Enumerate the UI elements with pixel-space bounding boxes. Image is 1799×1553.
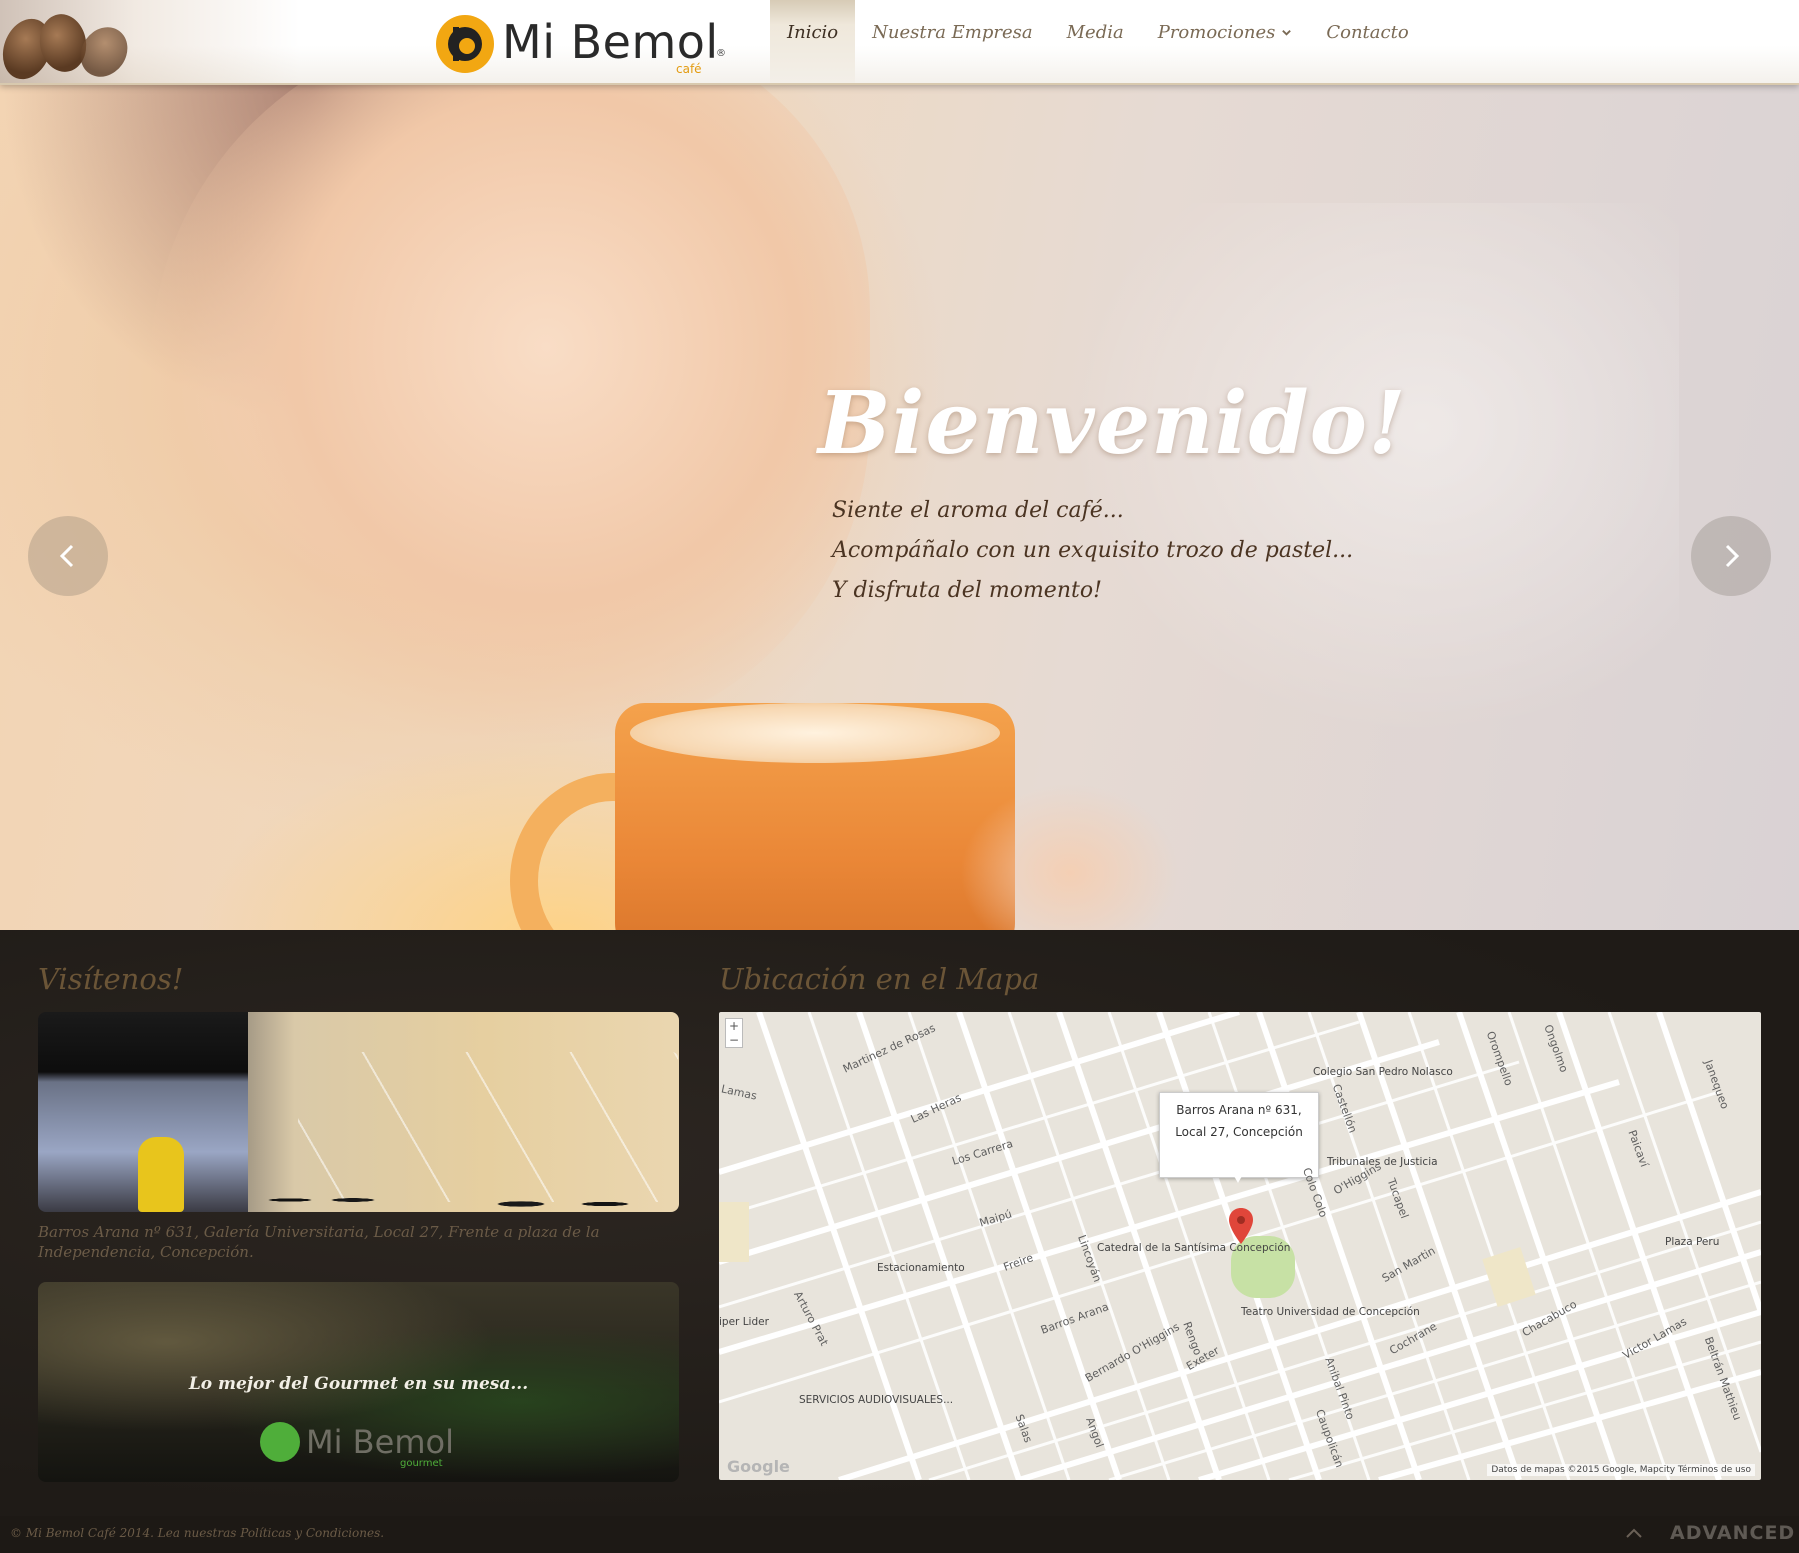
map-zoom-control: + −: [725, 1018, 743, 1048]
hero-title: Bienvenido!: [818, 373, 1407, 474]
chevron-right-icon: [1725, 544, 1740, 568]
map-info-window: Barros Arana nº 631, Local 27, Concepció…: [1159, 1092, 1319, 1183]
map-attribution[interactable]: Datos de mapas ©2015 Google, Mapcity Tér…: [1487, 1464, 1755, 1476]
zoom-out-button[interactable]: −: [726, 1033, 742, 1047]
hero-line-3: Y disfruta del momento!: [832, 578, 1102, 603]
gourmet-tagline: Lo mejor del Gourmet en su mesa...: [188, 1374, 529, 1394]
location-map[interactable]: + − Barros Arana nº 631, Local 27, Conce…: [719, 1012, 1761, 1480]
place-plaza-peru: Plaza Peru: [1665, 1236, 1720, 1248]
main-nav: Inicio Nuestra Empresa Media Promociones…: [770, 0, 1426, 83]
info-section: Visítenos! Barros Arana nº 631, Galería …: [0, 930, 1799, 1516]
hero-slider: Bienvenido! Siente el aroma del café... …: [0, 83, 1799, 930]
hero-image-steam: [1039, 203, 1679, 763]
nav-item-inicio[interactable]: Inicio: [770, 0, 856, 83]
slider-prev-button[interactable]: [28, 516, 108, 596]
site-logo[interactable]: Mi Bemol ® café: [436, 12, 726, 76]
place-colegio: Colegio San Pedro Nolasco: [1313, 1066, 1453, 1078]
place-tribunales: Tribunales de Justicia: [1327, 1156, 1438, 1168]
logo-text: Mi Bemol: [502, 15, 719, 69]
map-heading: Ubicación en el Mapa: [719, 962, 1040, 996]
nav-item-contacto[interactable]: Contacto: [1309, 0, 1425, 83]
hero-tagline: Siente el aroma del café... Acompáñalo c…: [832, 491, 1353, 611]
place-teatro: Teatro Universidad de Concepción: [1241, 1306, 1420, 1318]
hero-line-2: Acompáñalo con un exquisito trozo de pas…: [832, 538, 1354, 563]
hero-image-cup-rim: [630, 703, 1000, 763]
google-logo: Google: [727, 1457, 790, 1476]
place-catedral: Catedral de la Santísima Concepción: [1097, 1242, 1291, 1254]
visit-heading: Visítenos!: [38, 962, 184, 996]
gourmet-logo-mark-icon: [260, 1422, 300, 1462]
site-header: Mi Bemol ® café Inicio Nuestra Empresa M…: [0, 0, 1799, 86]
nav-item-media[interactable]: Media: [1050, 0, 1141, 83]
logo-mark-icon: [436, 15, 494, 73]
store-photo: [38, 1012, 679, 1212]
nav-item-nuestra-empresa[interactable]: Nuestra Empresa: [855, 0, 1049, 83]
gourmet-logo: Mi Bemol gourmet: [260, 1422, 454, 1469]
map-marker-icon[interactable]: [1229, 1208, 1253, 1244]
back-to-top-icon[interactable]: [1625, 1524, 1643, 1542]
site-footer: © Mi Bemol Café 2014. Lea nuestras Polít…: [0, 1516, 1799, 1553]
chevron-down-icon: [1281, 22, 1292, 43]
place-servicios: SERVICIOS AUDIOVISUALES...: [799, 1394, 954, 1406]
nav-item-promociones[interactable]: Promociones: [1141, 0, 1310, 83]
info-window-line-1: Barros Arana nº 631,: [1176, 1103, 1302, 1117]
gourmet-banner[interactable]: Lo mejor del Gourmet en su mesa... Mi Be…: [38, 1282, 679, 1482]
gourmet-logo-text: Mi Bemol: [306, 1423, 454, 1461]
hero-line-1: Siente el aroma del café...: [832, 498, 1124, 523]
gourmet-logo-subtitle: gourmet: [400, 1458, 443, 1469]
hero-image-face: [150, 83, 870, 743]
logo-subtitle: café: [676, 62, 702, 76]
slider-next-button[interactable]: [1691, 516, 1771, 596]
store-address-caption: Barros Arana nº 631, Galería Universitar…: [38, 1223, 600, 1261]
info-window-line-2: Local 27, Concepción: [1175, 1125, 1303, 1139]
coffee-beans-decoration: [0, 0, 300, 86]
place-lider: iper Lider: [719, 1316, 769, 1328]
chevron-left-icon: [59, 544, 74, 568]
copyright-text[interactable]: © Mi Bemol Café 2014. Lea nuestras Polít…: [10, 1526, 384, 1540]
place-estacionamiento: Estacionamiento: [877, 1262, 965, 1274]
zoom-in-button[interactable]: +: [726, 1019, 742, 1033]
developer-brand-logo[interactable]: ADVANCED: [1670, 1522, 1795, 1544]
logo-registered-mark: ®: [716, 48, 726, 59]
